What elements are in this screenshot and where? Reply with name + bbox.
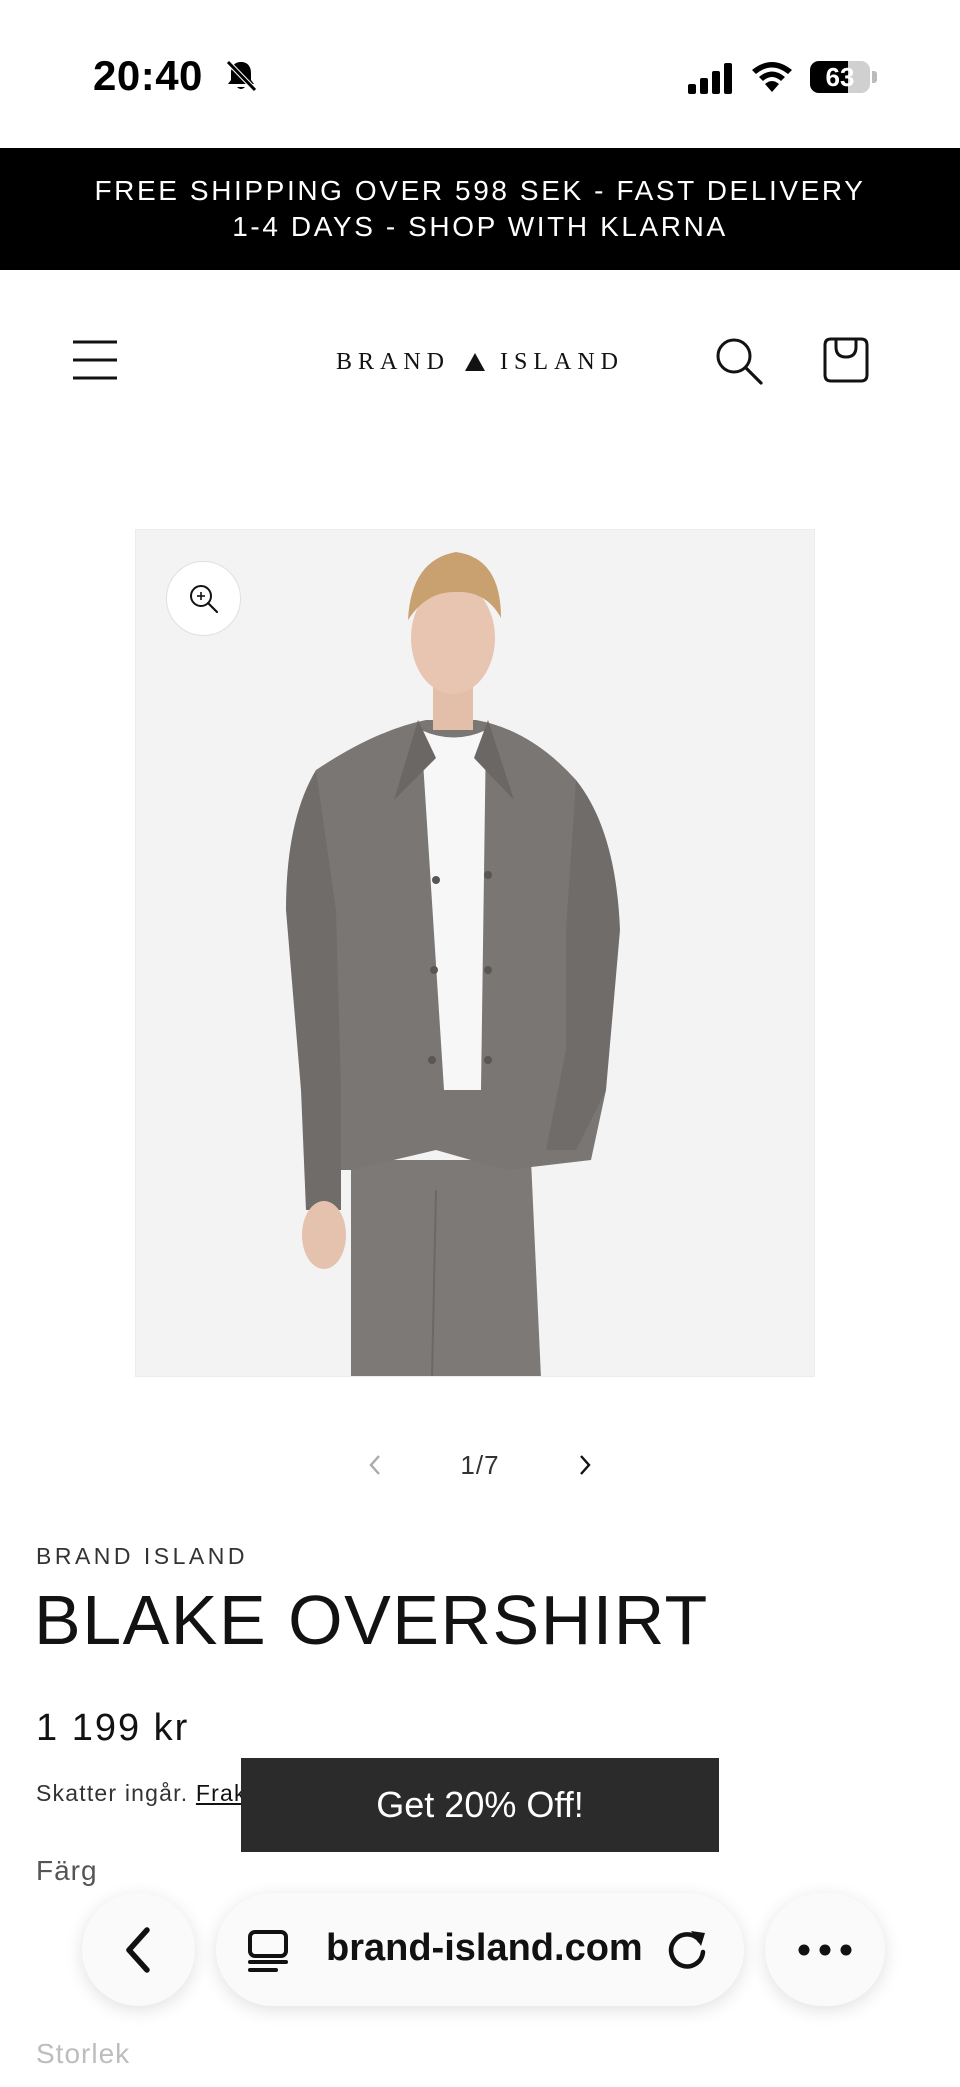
product-photo[interactable] bbox=[135, 529, 815, 1377]
battery-icon: 63 bbox=[810, 61, 870, 93]
logo-right-word: ISLAND bbox=[500, 348, 625, 375]
brand-logo[interactable]: BRAND ISLAND bbox=[336, 347, 624, 377]
logo-triangle-icon bbox=[465, 353, 486, 371]
product-title: BLAKE OVERSHIRT bbox=[34, 1581, 709, 1659]
chevron-left-icon[interactable] bbox=[360, 1448, 390, 1482]
logo-left-word: BRAND bbox=[336, 348, 451, 375]
discount-popup-button[interactable]: Get 20% Off! bbox=[241, 1758, 719, 1852]
tax-text: Skatter ingår. bbox=[36, 1780, 189, 1806]
status-bar: 20:40 63 bbox=[0, 0, 960, 148]
slide-counter: 1/7 bbox=[460, 1450, 500, 1480]
site-header: BRAND ISLAND bbox=[0, 270, 960, 450]
hamburger-menu-icon[interactable] bbox=[70, 337, 120, 383]
product-price: 1 199 kr bbox=[36, 1707, 190, 1749]
browser-back-button[interactable] bbox=[82, 1893, 195, 2006]
wifi-icon bbox=[752, 62, 792, 92]
gallery-slider-nav: 1/7 bbox=[0, 1440, 960, 1490]
status-time: 20:40 bbox=[93, 52, 203, 99]
tax-note: Skatter ingår. Frak bbox=[36, 1780, 247, 1807]
size-label: Storlek bbox=[36, 2038, 131, 2069]
chevron-right-icon[interactable] bbox=[570, 1448, 600, 1482]
announcement-bar[interactable]: FREE SHIPPING OVER 598 SEK - FAST DELIVE… bbox=[0, 148, 960, 270]
more-icon bbox=[798, 1944, 852, 1955]
announcement-text: FREE SHIPPING OVER 598 SEK - FAST DELIVE… bbox=[94, 175, 866, 242]
zoom-in-icon bbox=[189, 584, 218, 613]
product-vendor: BRAND ISLAND bbox=[36, 1543, 248, 1569]
cellular-signal-icon bbox=[688, 63, 732, 94]
bell-slash-icon bbox=[226, 60, 257, 92]
reload-icon[interactable] bbox=[664, 1927, 710, 1973]
shipping-link[interactable]: Frak bbox=[196, 1780, 247, 1806]
color-label: Färg bbox=[36, 1855, 98, 1886]
address-bar[interactable]: brand-island.com bbox=[216, 1893, 744, 2006]
battery-cap bbox=[872, 71, 877, 83]
address-url: brand-island.com bbox=[326, 1927, 643, 1969]
zoom-button[interactable] bbox=[166, 561, 241, 636]
back-chevron-icon bbox=[125, 1926, 150, 1973]
tabs-icon bbox=[248, 1930, 288, 1972]
product-photo-illustration bbox=[136, 530, 814, 1376]
search-icon[interactable] bbox=[714, 336, 764, 386]
battery-level: 63 bbox=[825, 62, 855, 92]
shopping-bag-icon[interactable] bbox=[820, 333, 872, 385]
browser-more-button[interactable] bbox=[765, 1893, 885, 2006]
